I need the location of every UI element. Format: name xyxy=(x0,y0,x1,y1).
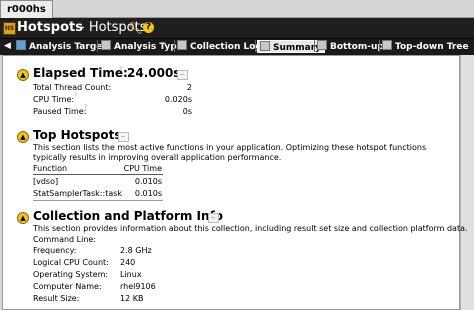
tab-analysis-type[interactable]: Analysis Type xyxy=(101,40,183,52)
help-hint-icon[interactable]: ? xyxy=(74,92,77,99)
frequency-label: Frequency: xyxy=(33,246,77,255)
table-header-divider xyxy=(33,174,163,175)
collapse-hotspots-icon[interactable]: ▲ xyxy=(17,131,29,143)
tab-collection-log[interactable]: Collection Log xyxy=(177,40,262,52)
elapsed-time-value: 24.000s xyxy=(127,66,181,80)
tab-bottom-up[interactable]: Bottom-up xyxy=(317,40,384,52)
hotspot-function-cell[interactable]: [vdso] xyxy=(33,177,58,187)
result-tab[interactable]: r000hs xyxy=(0,0,53,18)
os-value: Linux xyxy=(120,270,142,279)
computer-name-label: Computer Name: xyxy=(33,282,102,291)
column-header-cpu-time: CPU Time xyxy=(123,164,162,173)
hotspot-cpu-cell: 0.010s xyxy=(134,189,162,198)
result-size-label: Result Size: xyxy=(33,294,80,303)
tab-top-down-tree[interactable]: Top-down Tree xyxy=(382,40,469,52)
table-bottom-divider xyxy=(33,200,163,201)
cpu-count-value: 240 xyxy=(120,258,136,267)
analysis-type-icon xyxy=(101,40,111,50)
bottom-up-icon xyxy=(317,40,327,50)
summary-icon xyxy=(260,41,270,51)
paused-time-value: 0s xyxy=(182,107,192,116)
copy-icon[interactable] xyxy=(177,70,188,80)
nav-back-arrow-icon[interactable]: ◀ xyxy=(4,40,11,52)
help-icon[interactable]: ? xyxy=(143,22,154,33)
computer-name-value: rhel9106 xyxy=(120,282,156,291)
tree-icon xyxy=(382,40,392,50)
nav-separator xyxy=(379,40,380,52)
help-hint-icon[interactable]: ? xyxy=(84,104,87,111)
elapsed-time-label: Elapsed Time: xyxy=(33,66,128,80)
hotspots-app-icon: HS xyxy=(3,22,16,35)
platform-info-title: Collection and Platform Info xyxy=(33,209,224,223)
vertical-scrollbar[interactable] xyxy=(460,55,474,310)
nav-separator xyxy=(174,40,175,52)
cpu-count-label: Logical CPU Count: xyxy=(33,258,109,267)
command-line-label: Command Line: xyxy=(33,235,97,244)
tab-analysis-target[interactable]: Analysis Target xyxy=(16,40,107,52)
result-size-value: 12 KB xyxy=(120,294,144,303)
platform-info-description: This section provides information about … xyxy=(33,224,468,233)
document-tab-strip xyxy=(0,0,474,18)
collapse-platform-icon[interactable]: ▲ xyxy=(17,212,29,224)
copy-icon[interactable] xyxy=(208,213,219,223)
top-hotspots-description: This section lists the most active funct… xyxy=(33,143,427,162)
nav-separator xyxy=(255,40,256,52)
log-icon xyxy=(177,40,187,50)
hotspot-cpu-cell: 0.010s xyxy=(134,177,162,186)
play-icon xyxy=(16,40,26,50)
paused-time-label: Paused Time: xyxy=(33,107,87,116)
wrench-icon[interactable]: 🔧︎ xyxy=(128,20,143,36)
os-label: Operating System: xyxy=(33,270,109,279)
nav-separator xyxy=(97,40,98,52)
collapse-elapsed-icon[interactable]: ▲ xyxy=(17,69,29,81)
copy-icon[interactable] xyxy=(118,132,129,142)
thread-count-value: 2 xyxy=(186,83,192,92)
analysis-title: Hotspots xyxy=(17,20,83,35)
cpu-time-label: CPU Time: xyxy=(33,95,75,104)
nav-separator xyxy=(314,40,315,52)
column-header-function: Function xyxy=(33,164,68,173)
top-hotspots-title: Top Hotspots xyxy=(33,128,122,142)
thread-count-label: Total Thread Count: xyxy=(33,83,112,92)
frequency-value: 2.8 GHz xyxy=(120,246,152,255)
help-hint-icon[interactable]: ? xyxy=(119,66,122,73)
cpu-time-value: 0.020s xyxy=(164,95,192,104)
hotspot-function-cell[interactable]: StatSamplerTask::task xyxy=(33,189,122,199)
